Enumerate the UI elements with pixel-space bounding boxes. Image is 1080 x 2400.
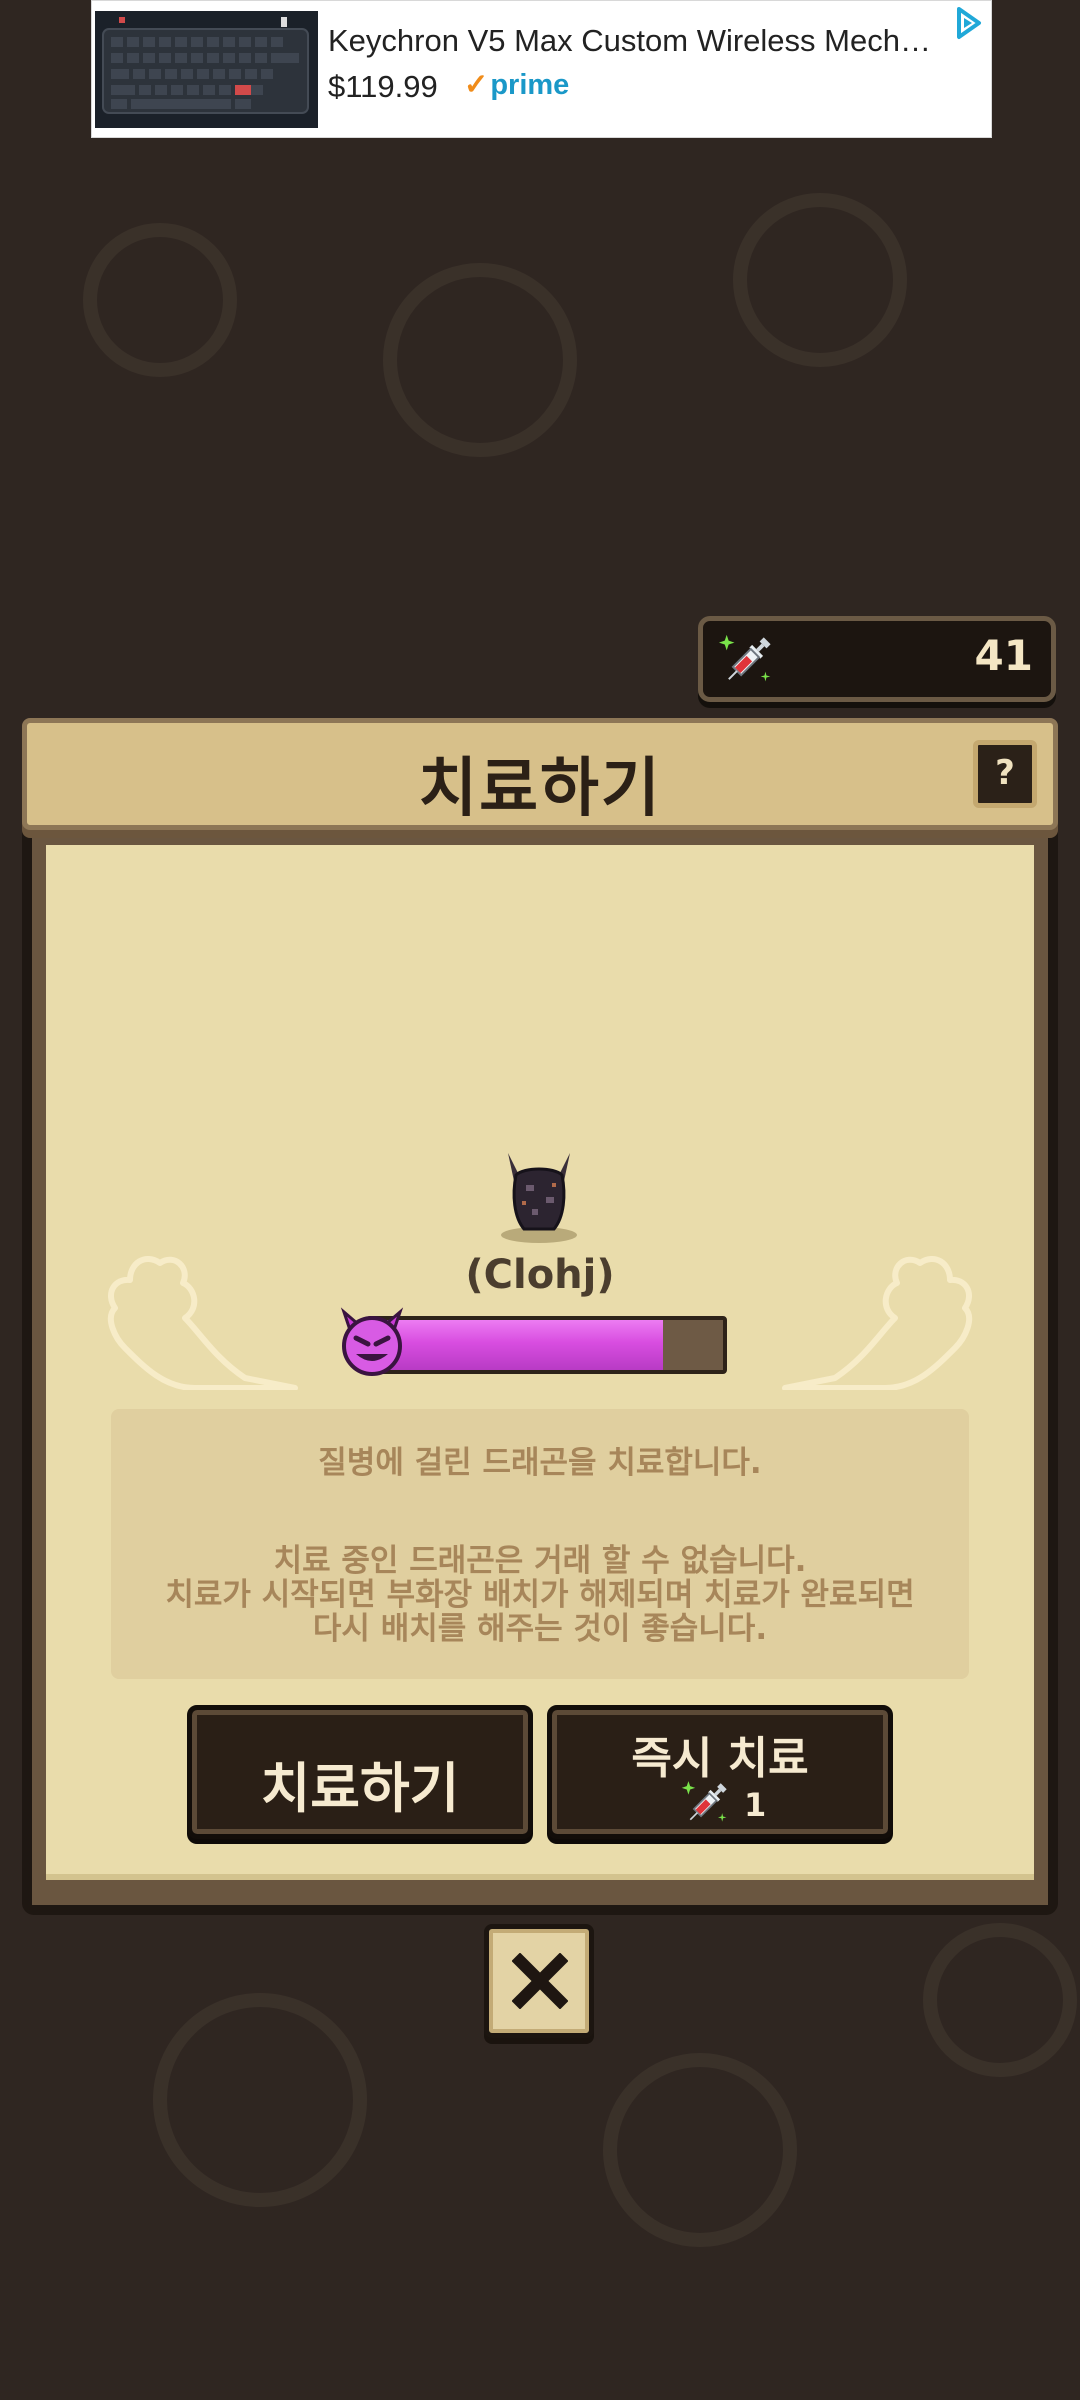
heal-button[interactable]: 치료하기 xyxy=(187,1705,533,1839)
dialog-title-bar: 치료하기 xyxy=(22,718,1058,830)
description-box: 질병에 걸린 드래곤을 치료합니다. 치료 중인 드래곤은 거래 할 수 없습니… xyxy=(111,1409,969,1679)
devil-face-icon xyxy=(340,1307,404,1376)
close-icon xyxy=(512,1953,568,2009)
syringe-icon xyxy=(718,634,771,682)
syringe-currency-counter: 41 xyxy=(698,616,1056,702)
ad-product-image[interactable] xyxy=(95,11,318,128)
instant-heal-cost-value: 1 xyxy=(744,1786,767,1824)
ad-choices-icon[interactable] xyxy=(949,5,985,41)
description-line-4: 다시 배치를 해주는 것이 좋습니다. xyxy=(312,1611,768,1647)
syringe-count: 41 xyxy=(974,631,1033,680)
instant-heal-button[interactable]: 즉시 치료 1 xyxy=(547,1705,893,1839)
disease-progress-fill xyxy=(370,1320,663,1370)
ad-price: $119.99 xyxy=(328,69,438,104)
ad-banner[interactable]: Keychron V5 Max Custom Wireless Mechanic… xyxy=(91,0,992,138)
instant-heal-cost: 1 xyxy=(680,1776,800,1832)
dragon-sprite[interactable] xyxy=(496,1145,582,1245)
dragon-name: (Clohj) xyxy=(465,1252,615,1298)
heal-button-label: 치료하기 xyxy=(260,1757,460,1820)
disease-progress-bar xyxy=(366,1316,727,1374)
help-button[interactable]: ? xyxy=(973,740,1037,808)
ad-title[interactable]: Keychron V5 Max Custom Wireless Mechanic… xyxy=(328,23,948,59)
syringe-icon xyxy=(681,1781,727,1822)
prime-check-icon: ✓ xyxy=(464,69,489,101)
dialog-title: 치료하기 xyxy=(418,752,662,826)
close-button[interactable] xyxy=(484,1924,594,2038)
ad-prime-badge: ✓prime xyxy=(464,67,569,102)
description-line-1: 질병에 걸린 드래곤을 치료합니다. xyxy=(318,1445,762,1481)
prime-label: prime xyxy=(490,69,570,101)
